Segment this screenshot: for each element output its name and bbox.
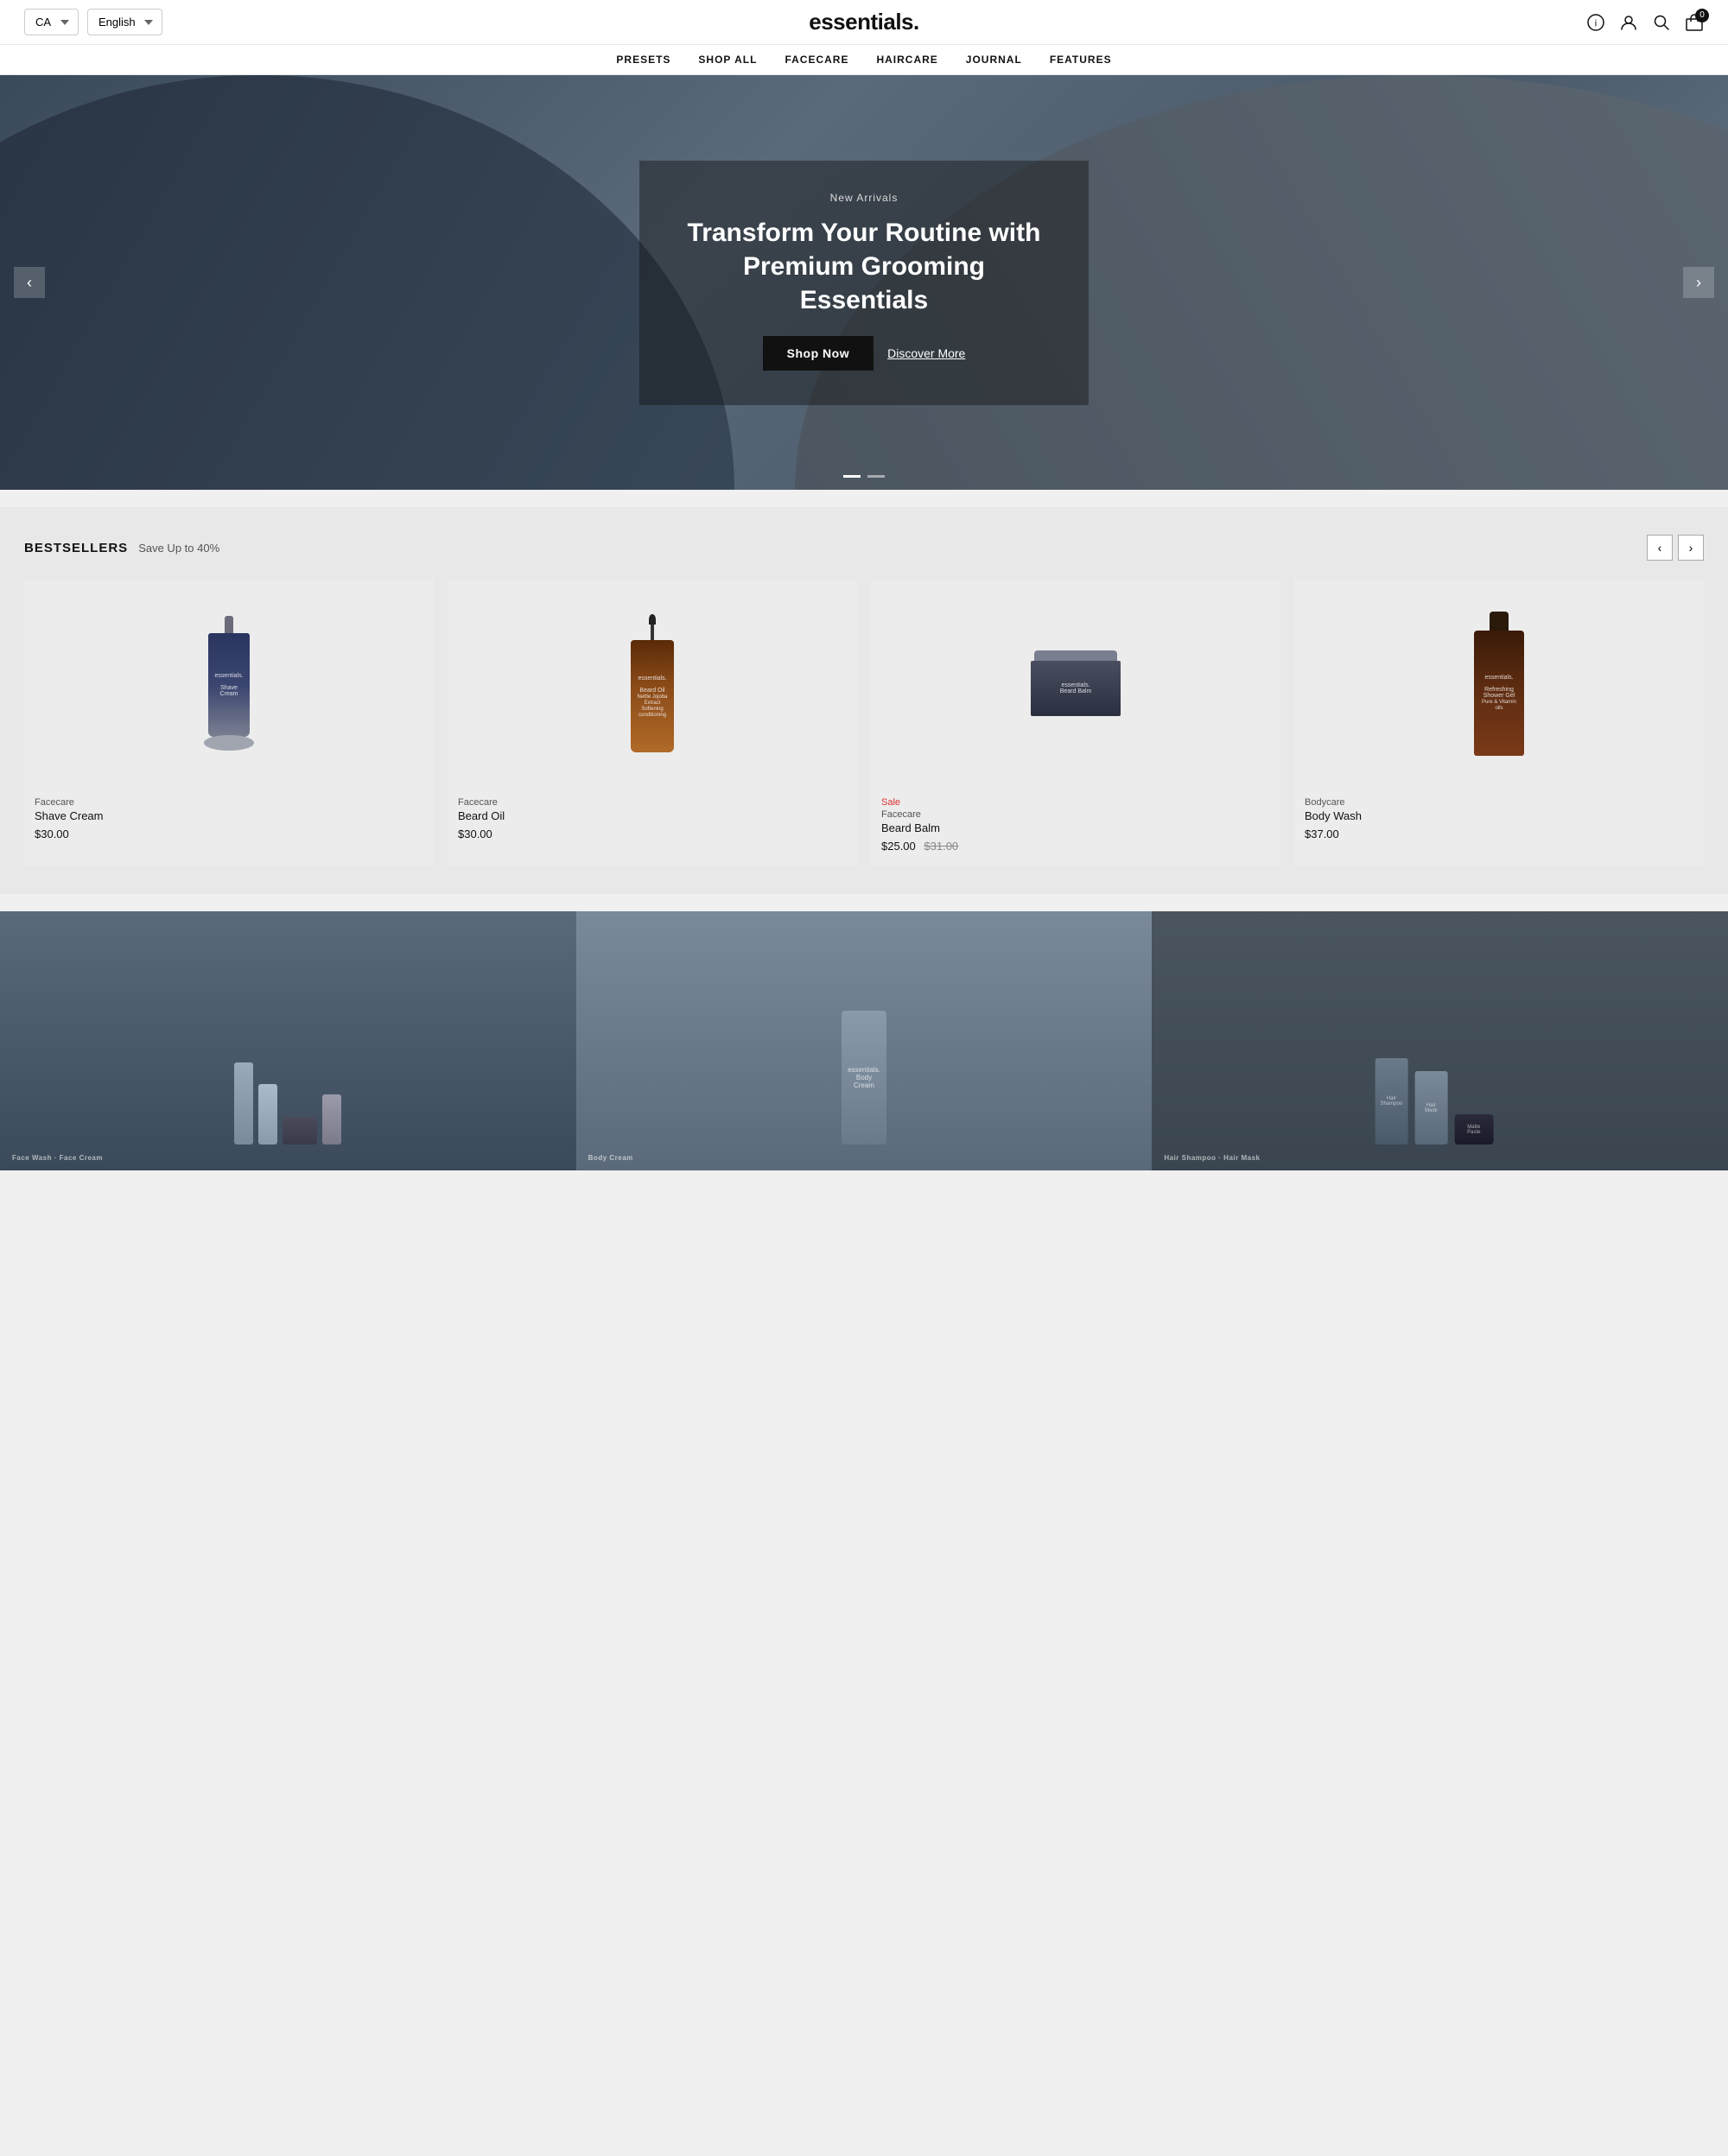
bestsellers-header: BESTSELLERS Save Up to 40% ‹ ›	[24, 535, 1704, 561]
product-card-beard-balm[interactable]: essentials.Beard Balm Sale Facecare Bear…	[871, 580, 1280, 866]
product-category: Facecare	[35, 797, 423, 808]
product-image-shave-cream: essentials.ShaveCream	[24, 580, 434, 787]
bestsellers-title-wrap: BESTSELLERS Save Up to 40%	[24, 541, 219, 555]
products-grid: essentials.ShaveCream Facecare Shave Cre…	[24, 580, 1704, 866]
discover-more-button[interactable]: Discover More	[887, 346, 965, 360]
hero-dot-1[interactable]	[843, 475, 861, 478]
bestsellers-next-button[interactable]: ›	[1678, 535, 1704, 561]
search-icon[interactable]	[1652, 13, 1671, 32]
hero-section: ‹ New Arrivals Transform Your Routine wi…	[0, 75, 1728, 490]
product-category: Bodycare	[1305, 797, 1693, 808]
hero-dot-2[interactable]	[867, 475, 885, 478]
product-info-beard-balm: Sale Facecare Beard Balm $25.00 $31.00	[871, 787, 1280, 866]
product-category: Facecare	[458, 797, 847, 808]
product-info-body-wash: Bodycare Body Wash $37.00	[1294, 787, 1704, 854]
product-category: Facecare	[881, 809, 1270, 820]
product-info-beard-oil: Facecare Beard Oil $30.00	[448, 787, 857, 854]
nav-item-shop-all[interactable]: SHOP ALL	[698, 54, 757, 66]
region-select[interactable]: CA US UK	[24, 9, 79, 35]
product-price: $30.00	[458, 828, 847, 840]
product-info-shave-cream: Facecare Shave Cream $30.00	[24, 787, 434, 854]
product-card-body-wash[interactable]: essentials.RefreshingShower GelPure & Vi…	[1294, 580, 1704, 866]
nav-item-presets[interactable]: PRESETS	[616, 54, 670, 66]
bestsellers-subtitle: Save Up to 40%	[138, 542, 219, 555]
cart-icon[interactable]: 0	[1685, 13, 1704, 32]
product-name: Shave Cream	[35, 809, 423, 822]
hero-title: Transform Your Routine with Premium Groo…	[681, 216, 1047, 317]
header: CA US UK English French essentials. i	[0, 0, 1728, 75]
panel-label-haircare: Hair Shampoo · Hair Mask	[1164, 1154, 1260, 1162]
language-select[interactable]: English French	[87, 9, 162, 35]
header-right: i 0	[1586, 13, 1704, 32]
cart-badge: 0	[1695, 9, 1709, 22]
product-card-beard-oil[interactable]: essentials.Beard OilNettle Jojoba Extrac…	[448, 580, 857, 866]
bottom-panel-bodycare[interactable]: essentials.BodyCream Body Cream	[576, 911, 1153, 1170]
product-name: Beard Oil	[458, 809, 847, 822]
info-icon[interactable]: i	[1586, 13, 1605, 32]
product-image-beard-oil: essentials.Beard OilNettle Jojoba Extrac…	[448, 580, 857, 787]
product-price: $30.00	[35, 828, 423, 840]
hero-badge: New Arrivals	[681, 192, 1047, 204]
panel-label-facecare: Face Wash · Face Cream	[12, 1154, 103, 1162]
product-image-body-wash: essentials.RefreshingShower GelPure & Vi…	[1294, 580, 1704, 787]
bestsellers-prev-button[interactable]: ‹	[1647, 535, 1673, 561]
bottom-panel-haircare[interactable]: HairShampoo HairMask MattePaste Hair Sha…	[1152, 911, 1728, 1170]
hero-prev-button[interactable]: ‹	[14, 267, 45, 298]
hero-buttons: Shop Now Discover More	[681, 336, 1047, 371]
hero-next-button[interactable]: ›	[1683, 267, 1714, 298]
nav-item-journal[interactable]: JOURNAL	[966, 54, 1022, 66]
nav-item-facecare[interactable]: FACECARE	[785, 54, 848, 66]
panel-label-bodycare: Body Cream	[588, 1154, 633, 1162]
product-name: Body Wash	[1305, 809, 1693, 822]
header-left: CA US UK English French	[24, 9, 162, 35]
product-image-beard-balm: essentials.Beard Balm	[871, 580, 1280, 787]
product-price: $25.00 $31.00	[881, 840, 1270, 853]
hero-content: New Arrivals Transform Your Routine with…	[639, 161, 1089, 405]
bestsellers-arrows: ‹ ›	[1647, 535, 1704, 561]
nav-item-features[interactable]: FEATURES	[1050, 54, 1112, 66]
header-top: CA US UK English French essentials. i	[0, 0, 1728, 45]
hero-dots	[843, 475, 885, 478]
account-icon[interactable]	[1619, 13, 1638, 32]
navigation: PRESETS SHOP ALL FACECARE HAIRCARE JOURN…	[0, 45, 1728, 75]
price-original: $31.00	[924, 840, 958, 853]
product-price: $37.00	[1305, 828, 1693, 840]
shop-now-button[interactable]: Shop Now	[763, 336, 874, 371]
bottom-panel-facecare[interactable]: Face Wash · Face Cream	[0, 911, 576, 1170]
product-card-shave-cream[interactable]: essentials.ShaveCream Facecare Shave Cre…	[24, 580, 434, 866]
sale-badge: Sale	[881, 797, 1270, 808]
nav-item-haircare[interactable]: HAIRCARE	[876, 54, 937, 66]
product-name: Beard Balm	[881, 821, 1270, 834]
bottom-panels: Face Wash · Face Cream essentials.BodyCr…	[0, 911, 1728, 1170]
bestsellers-section: BESTSELLERS Save Up to 40% ‹ › essential…	[0, 507, 1728, 894]
bestsellers-title: BESTSELLERS	[24, 541, 128, 555]
site-logo[interactable]: essentials.	[809, 9, 918, 35]
svg-text:i: i	[1595, 18, 1597, 29]
